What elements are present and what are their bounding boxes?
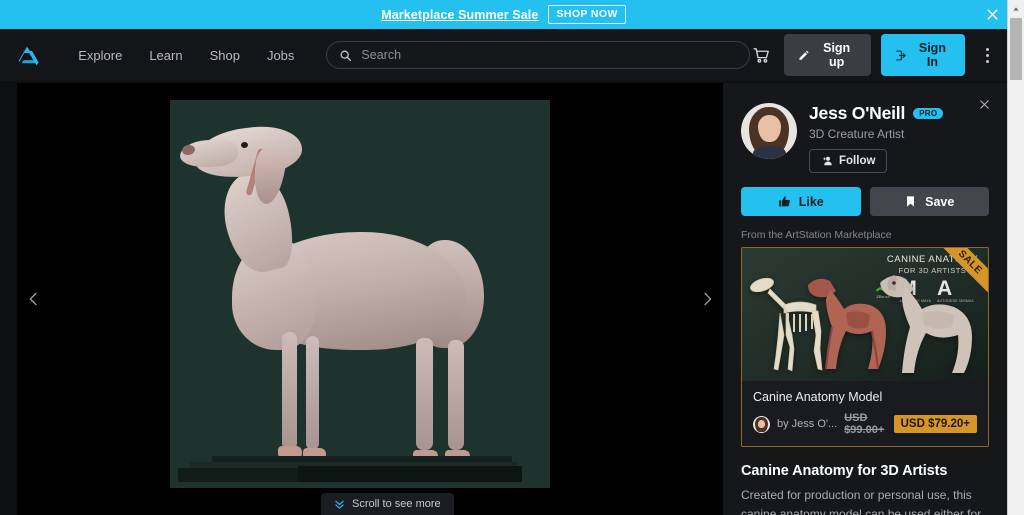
follow-button[interactable]: Follow [809,149,888,173]
save-label: Save [925,194,955,209]
product-author: by Jess O'... [777,418,838,430]
search-icon [340,50,352,61]
artwork-actions: Like Save [741,187,989,216]
artstation-artwork-page: Marketplace Summer Sale SHOP NOW Explore… [0,0,1024,515]
promo-link[interactable]: Marketplace Summer Sale [381,8,538,22]
scroll-up-icon[interactable] [1008,0,1024,17]
nav-link-learn[interactable]: Learn [137,41,194,70]
chevron-left-icon [29,292,37,306]
artist-block: Jess O'Neill PRO 3D Creature Artist Foll… [741,103,989,173]
save-button[interactable]: Save [869,187,989,216]
marketplace-product-card[interactable]: CANINE ANATOMY FOR 3D ARTISTS ZBrush M A… [741,247,989,447]
scroll-more-label: Scroll to see more [352,498,441,510]
login-icon [896,50,906,60]
artwork-image[interactable] [170,100,550,488]
pro-badge: PRO [913,107,944,120]
marketplace-label: From the ArtStation Marketplace [741,229,892,241]
kebab-menu-icon[interactable] [977,42,997,68]
artist-avatar[interactable] [741,103,797,159]
search-input[interactable] [361,48,737,62]
nav-links: Explore Learn Shop Jobs [66,41,306,70]
skin-dog-figure [880,275,972,373]
shopping-cart-icon[interactable] [750,42,774,68]
chevron-right-icon [703,292,711,306]
promo-close-icon[interactable] [978,0,1007,29]
product-price-row: by Jess O'... USD $99.00+ USD $79.20+ [753,412,977,436]
page-scrollbar[interactable] [1007,0,1024,515]
nav-link-explore[interactable]: Explore [66,41,134,70]
sign-in-label: Sign In [918,41,946,69]
product-name: Canine Anatomy Model [753,390,883,404]
nav-link-jobs[interactable]: Jobs [255,41,306,70]
next-artwork-button[interactable] [691,275,723,323]
nav-link-shop[interactable]: Shop [198,41,252,70]
bookmark-icon [907,196,915,207]
artwork-detail [306,336,319,450]
artstation-logo-icon[interactable] [16,42,42,68]
product-info: Canine Anatomy Model by Jess O'... USD $… [742,381,988,446]
previous-artwork-button[interactable] [17,275,49,323]
artwork-detail [448,340,464,450]
artwork-description-body: Created for production or personal use, … [741,488,982,515]
artwork-detail [241,142,248,148]
top-navigation-bar: Explore Learn Shop Jobs Search Sign up S… [0,29,1007,81]
like-label: Like [798,194,824,209]
sign-up-button[interactable]: Sign up [783,34,872,76]
pencil-icon [798,50,809,60]
nav-actions: Sign up Sign In [750,34,1007,76]
artwork-side-panel: Jess O'Neill PRO 3D Creature Artist Foll… [723,83,1007,515]
shop-now-button[interactable]: SHOP NOW [548,5,626,24]
product-cover-art [742,263,988,381]
artwork-detail [298,466,522,482]
artwork-viewer: Scroll to see more [17,83,723,515]
product-author-avatar [753,415,770,433]
product-cover-image: CANINE ANATOMY FOR 3D ARTISTS ZBrush M A… [742,248,988,381]
follow-label: Follow [839,155,876,167]
scroll-to-see-more-button[interactable]: Scroll to see more [321,493,454,515]
artwork-detail [178,468,306,482]
thumbs-up-icon [778,196,790,207]
search-box[interactable] [326,41,750,69]
scrollbar-thumb[interactable] [1010,18,1022,80]
artwork-detail [416,338,433,450]
panel-close-icon[interactable] [976,96,993,113]
artist-name[interactable]: Jess O'Neill [809,103,905,124]
sign-in-button[interactable]: Sign In [881,34,966,76]
double-chevron-down-icon [335,500,344,509]
artwork-description-title: Canine Anatomy for 3D Artists [741,463,948,479]
add-person-icon [823,156,832,166]
product-price-original: USD $99.00+ [844,412,885,436]
promo-banner: Marketplace Summer Sale SHOP NOW [0,0,1007,29]
artist-role: 3D Creature Artist [809,127,905,141]
artwork-detail [282,332,297,450]
like-button[interactable]: Like [741,187,861,216]
product-price-sale: USD $79.20+ [893,415,977,433]
sign-up-label: Sign up [823,41,851,69]
